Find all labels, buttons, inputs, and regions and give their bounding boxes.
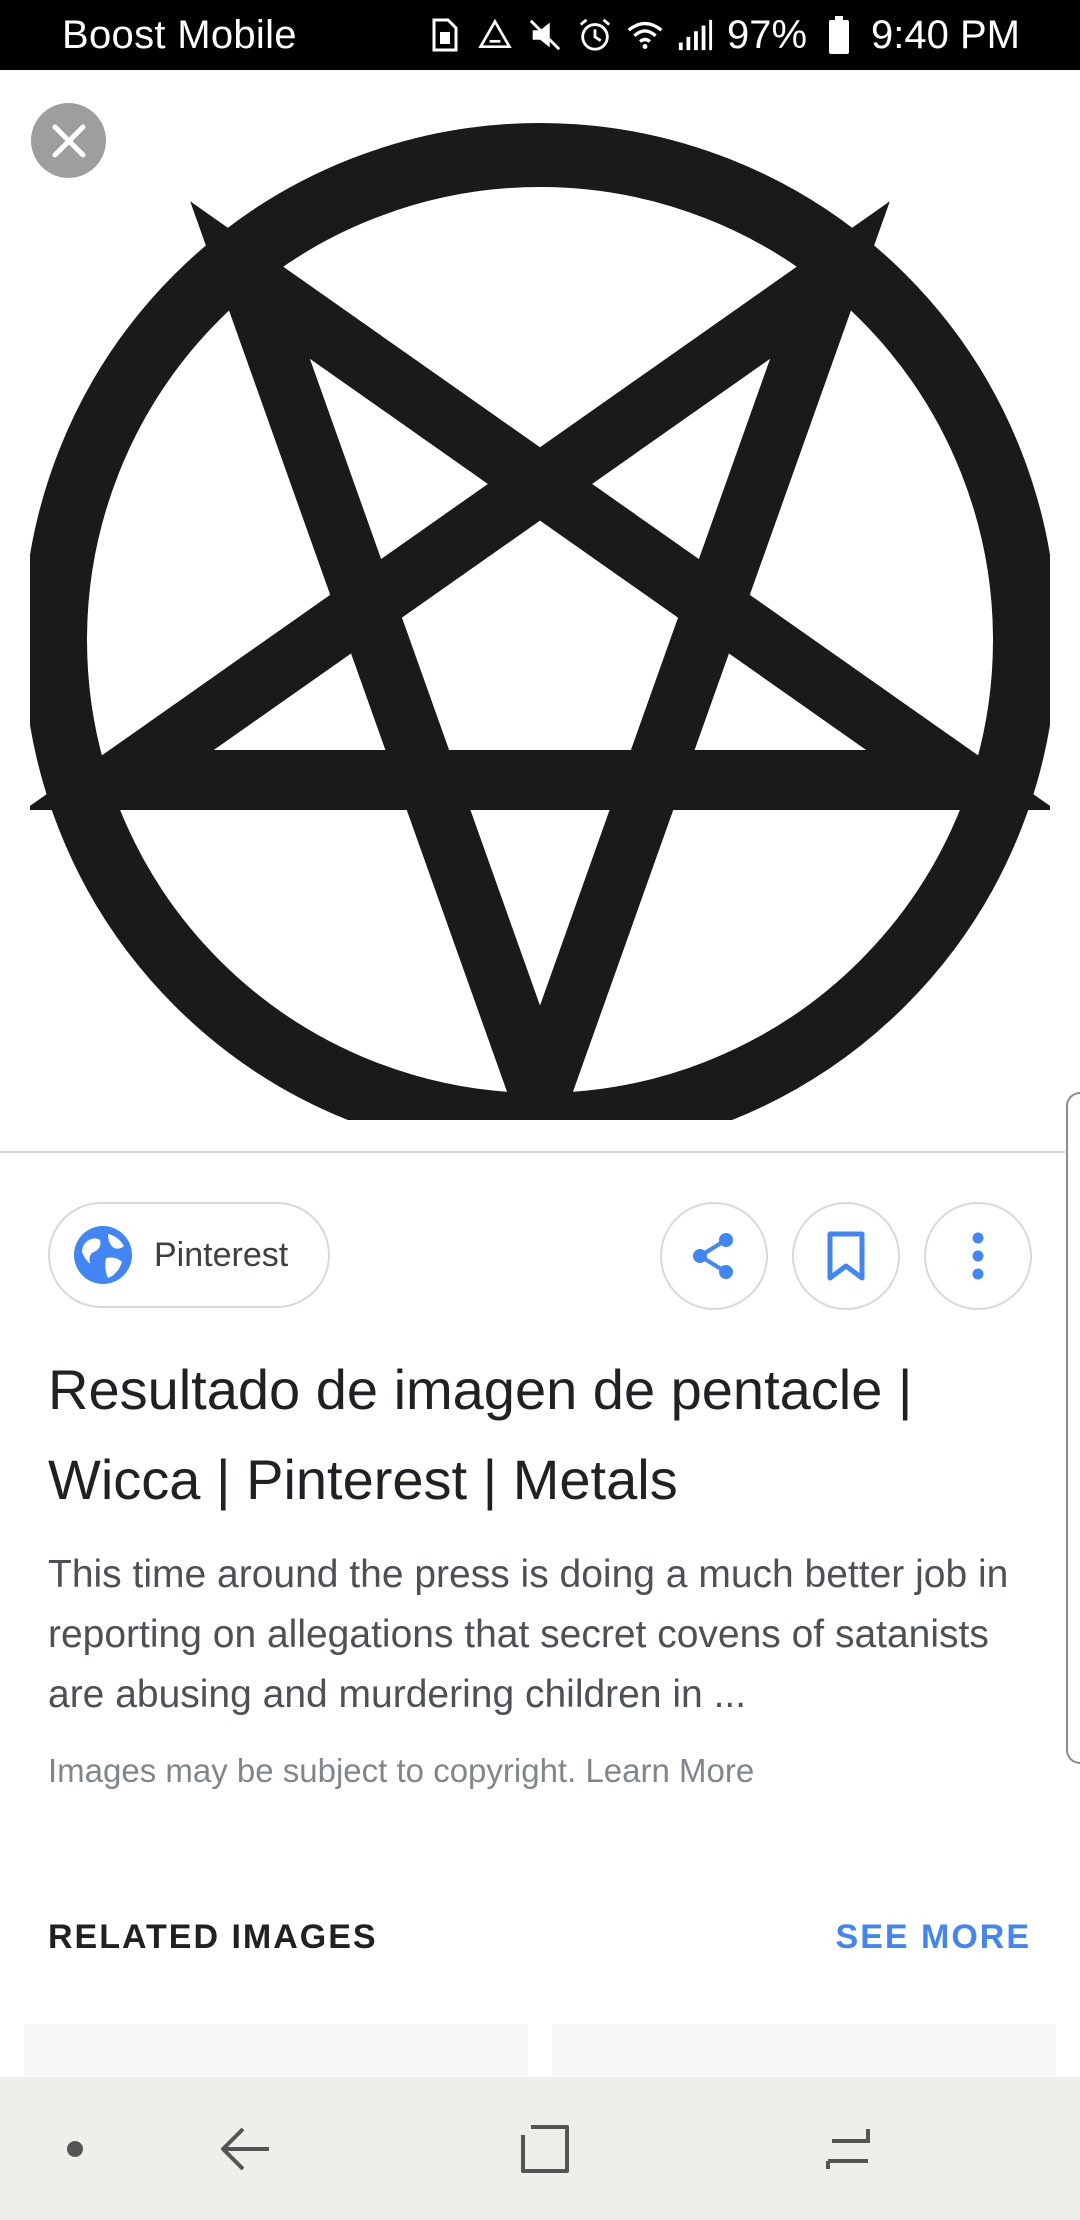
source-chip[interactable]: Pinterest xyxy=(48,1202,330,1308)
navigation-bar xyxy=(0,2077,1080,2220)
signal-icon xyxy=(677,15,713,55)
close-icon xyxy=(52,124,85,157)
home-icon xyxy=(521,2124,569,2173)
see-more-button[interactable]: SEE MORE xyxy=(836,1918,1031,1957)
recycle-icon xyxy=(477,15,513,55)
related-image-thumbnail[interactable] xyxy=(552,2024,1056,2078)
dot-icon xyxy=(67,2140,83,2157)
back-button[interactable] xyxy=(200,2077,290,2220)
battery-percent: 97% xyxy=(726,12,808,57)
save-button[interactable] xyxy=(792,1202,900,1310)
battery-icon xyxy=(821,15,857,55)
copyright-text: Images may be subject to copyright. xyxy=(48,1752,577,1789)
mute-icon xyxy=(527,15,563,55)
carrier-name: Boost Mobile xyxy=(62,12,297,57)
more-vert-icon xyxy=(972,1232,984,1280)
bookmark-icon xyxy=(827,1231,865,1281)
result-title[interactable]: Resultado de imagen de pentacle | Wicca … xyxy=(48,1345,1028,1525)
copyright-notice: Images may be subject to copyright. Lear… xyxy=(48,1752,754,1790)
related-image-thumbnail[interactable] xyxy=(24,2024,528,2078)
related-images-heading: RELATED IMAGES xyxy=(48,1918,378,1956)
alarm-icon xyxy=(577,15,613,55)
wifi-icon xyxy=(627,15,663,55)
learn-more-link[interactable]: Learn More xyxy=(585,1752,754,1789)
share-icon xyxy=(693,1233,733,1279)
clock: 9:40 PM xyxy=(871,12,1020,57)
source-name: Pinterest xyxy=(154,1235,289,1274)
sim-icon xyxy=(427,15,463,55)
back-icon xyxy=(221,2127,269,2170)
globe-icon xyxy=(74,1226,132,1284)
share-button[interactable] xyxy=(660,1202,768,1310)
status-bar: Boost Mobile 97% 9:40 PM xyxy=(0,0,1080,70)
more-options-button[interactable] xyxy=(924,1202,1032,1310)
home-button[interactable] xyxy=(500,2077,590,2220)
image-viewer xyxy=(0,70,1080,1153)
result-description: This time around the press is doing a mu… xyxy=(48,1553,1009,1716)
side-panel-handle[interactable] xyxy=(1066,1092,1080,1764)
image-divider xyxy=(0,1151,1065,1153)
nav-dot-button[interactable] xyxy=(40,2077,110,2220)
recents-icon xyxy=(826,2128,870,2169)
status-icons: 97% 9:40 PM xyxy=(427,13,1020,58)
close-button[interactable] xyxy=(31,103,106,178)
pentacle-image xyxy=(30,123,1050,1120)
recents-button[interactable] xyxy=(805,2077,895,2220)
